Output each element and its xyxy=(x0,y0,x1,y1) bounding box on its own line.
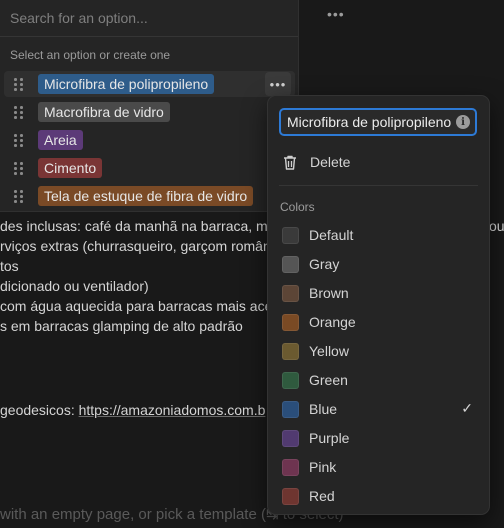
color-swatch xyxy=(282,255,299,273)
info-icon[interactable]: i xyxy=(456,115,470,129)
option-search-row xyxy=(0,0,298,37)
color-label: Red xyxy=(309,488,335,504)
option-select-panel: Select an option or create one Microfibr… xyxy=(0,0,299,212)
body-line-link: geodesicos: https://amazoniadomos.com.b xyxy=(0,402,265,418)
body-line: com água aquecida para barracas mais ace… xyxy=(0,298,280,314)
drag-handle-icon[interactable] xyxy=(14,77,24,91)
color-swatch xyxy=(282,371,299,389)
option-search-input[interactable] xyxy=(10,10,280,26)
option-edit-menu: i Delete Colors Default Gray Brown Orange Ye… xyxy=(268,96,489,514)
trash-icon xyxy=(284,155,296,170)
color-option-pink[interactable]: Pink xyxy=(272,453,485,481)
body-line: rviços extras (churrasqueiro, garçom rom… xyxy=(0,238,275,254)
body-line: des inclusas: café da manhã na barraca, … xyxy=(0,218,288,234)
color-label: Gray xyxy=(309,256,340,272)
drag-handle-icon[interactable] xyxy=(14,189,24,203)
option-tag: Cimento xyxy=(38,158,103,178)
option-row[interactable]: Microfibra de polipropileno ••• xyxy=(4,71,295,97)
color-label: Brown xyxy=(309,285,349,301)
color-label: Yellow xyxy=(309,343,349,359)
body-line-edge: ou xyxy=(489,218,504,234)
color-option-gray[interactable]: Gray xyxy=(272,250,485,278)
checkmark-icon: ✓ xyxy=(461,400,473,416)
option-tag: Macrofibra de vidro xyxy=(38,102,170,122)
color-option-orange[interactable]: Orange xyxy=(272,308,485,336)
page-link[interactable]: https://amazoniadomos.com.b xyxy=(79,402,266,418)
option-tag: Tela de estuque de fibra de vidro xyxy=(38,186,254,206)
delete-option-button[interactable]: Delete xyxy=(272,148,485,176)
color-label: Green xyxy=(309,372,348,388)
color-label: Default xyxy=(309,227,354,243)
body-line: tos xyxy=(0,258,19,274)
color-label: Blue xyxy=(309,401,338,417)
link-prefix: geodesicos: xyxy=(0,402,79,418)
color-swatch xyxy=(282,342,299,360)
option-row[interactable]: Macrofibra de vidro xyxy=(4,99,295,125)
option-more-button[interactable]: ••• xyxy=(265,72,291,96)
option-tag: Microfibra de polipropileno xyxy=(38,74,215,94)
color-option-purple[interactable]: Purple xyxy=(272,424,485,452)
color-label: Purple xyxy=(309,430,350,446)
color-option-red[interactable]: Red xyxy=(272,482,485,510)
option-row[interactable]: Areia xyxy=(4,127,295,153)
color-swatch xyxy=(282,429,299,447)
color-swatch xyxy=(282,487,299,505)
color-swatch xyxy=(282,284,299,302)
page-more-button[interactable]: ••• xyxy=(327,6,345,22)
body-line: s em barracas glamping de alto padrão xyxy=(0,318,243,334)
option-tag: Areia xyxy=(38,130,83,150)
drag-handle-icon[interactable] xyxy=(14,105,24,119)
color-option-yellow[interactable]: Yellow xyxy=(272,337,485,365)
select-hint: Select an option or create one xyxy=(10,48,171,62)
color-label: Pink xyxy=(309,459,337,475)
delete-label: Delete xyxy=(310,154,351,170)
option-row[interactable]: Cimento xyxy=(4,155,295,181)
color-swatch xyxy=(282,458,299,476)
drag-handle-icon[interactable] xyxy=(14,161,24,175)
drag-handle-icon[interactable] xyxy=(14,133,24,147)
menu-divider xyxy=(279,185,478,186)
option-row[interactable]: Tela de estuque de fibra de vidro xyxy=(4,183,295,209)
color-option-blue[interactable]: Blue ✓ xyxy=(272,395,485,423)
color-swatch xyxy=(282,313,299,331)
color-label: Orange xyxy=(309,314,356,330)
color-option-brown[interactable]: Brown xyxy=(272,279,485,307)
color-option-green[interactable]: Green xyxy=(272,366,485,394)
body-line: dicionado ou ventilador) xyxy=(0,278,149,294)
option-name-field[interactable]: i xyxy=(279,108,477,136)
color-swatch xyxy=(282,226,299,244)
color-swatch xyxy=(282,400,299,418)
color-option-default[interactable]: Default xyxy=(272,221,485,249)
option-name-input[interactable] xyxy=(287,114,451,130)
colors-heading: Colors xyxy=(280,200,315,214)
